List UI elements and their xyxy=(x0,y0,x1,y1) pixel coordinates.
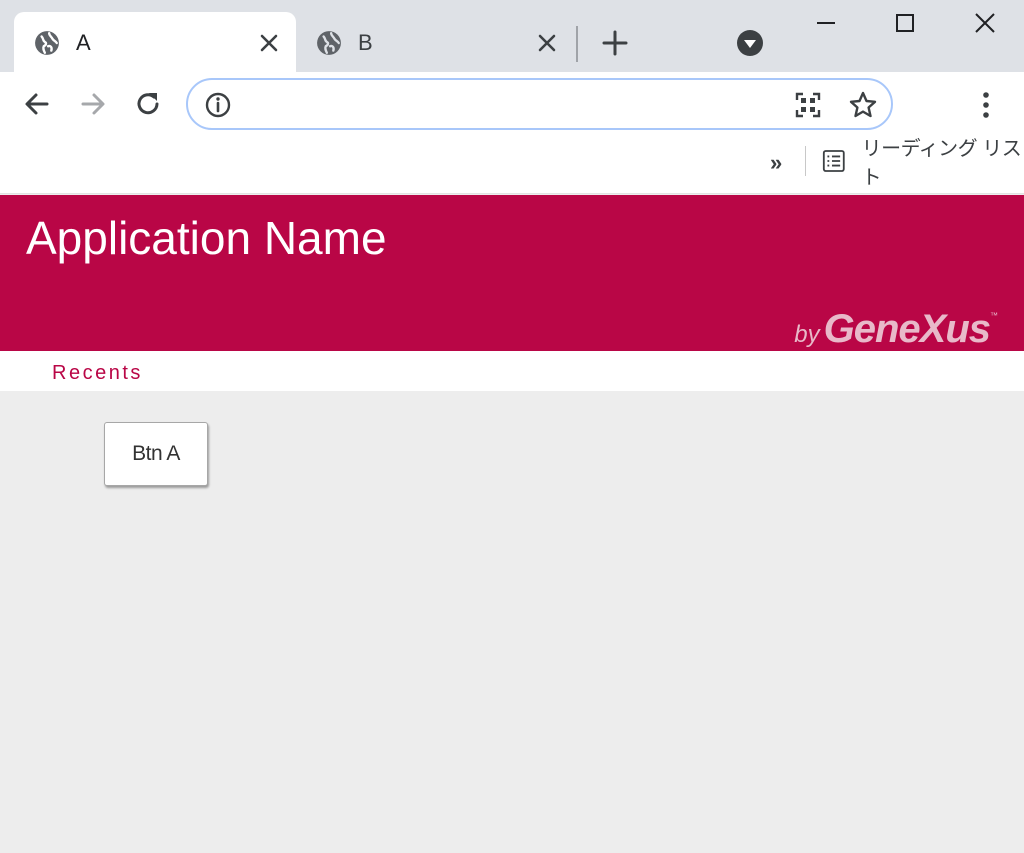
star-icon[interactable] xyxy=(848,90,878,120)
globe-icon xyxy=(317,31,341,55)
address-bar[interactable] xyxy=(186,78,893,130)
maximize-icon[interactable] xyxy=(890,8,920,38)
bookmarks-separator xyxy=(805,146,806,176)
recents-bar: Recents xyxy=(0,351,1024,391)
btn-a-button[interactable]: Btn A xyxy=(104,422,208,486)
brand-trademark: ™ xyxy=(990,311,998,320)
url-input[interactable] xyxy=(244,88,784,120)
app-header: Application Name by GeneXus ™ xyxy=(0,195,1024,351)
browser-toolbar xyxy=(0,72,1024,138)
reading-list-label: リーディング リスト xyxy=(861,138,1022,189)
app-title: Application Name xyxy=(26,212,387,264)
bookmarks-overflow-button[interactable]: » xyxy=(770,150,782,176)
genexus-logo: by GeneXus ™ xyxy=(794,307,998,352)
bookmarks-bar: » リーディング リスト xyxy=(0,138,1024,194)
recents-link[interactable]: Recents xyxy=(52,362,143,385)
tab-strip: A B xyxy=(0,0,1024,72)
brand-by: by xyxy=(794,321,820,348)
tab-b[interactable]: B xyxy=(300,12,572,72)
window-close-icon[interactable] xyxy=(970,8,1000,38)
minimize-icon[interactable] xyxy=(811,8,841,38)
tab-search-icon[interactable] xyxy=(735,28,765,58)
forward-arrow-icon[interactable] xyxy=(77,88,109,120)
more-vert-icon[interactable] xyxy=(972,88,1000,122)
globe-icon xyxy=(35,31,59,55)
reading-list-icon xyxy=(822,150,845,172)
tab-title: B xyxy=(358,30,373,55)
tab-title: A xyxy=(76,30,91,55)
reload-icon[interactable] xyxy=(132,88,164,120)
tab-separator xyxy=(576,26,578,62)
close-icon[interactable] xyxy=(258,32,280,54)
info-icon[interactable] xyxy=(204,91,232,119)
qr-code-icon[interactable] xyxy=(794,91,822,119)
plus-icon[interactable] xyxy=(600,28,630,58)
close-icon[interactable] xyxy=(536,32,558,54)
reading-list-button[interactable]: リーディング リスト xyxy=(822,138,1024,189)
tab-a[interactable]: A xyxy=(14,12,296,72)
back-arrow-icon[interactable] xyxy=(21,88,53,120)
brand-name: GeneXus xyxy=(823,307,991,351)
browser-window: A B » リーディング リスト Application Name by Gen… xyxy=(0,0,1024,853)
